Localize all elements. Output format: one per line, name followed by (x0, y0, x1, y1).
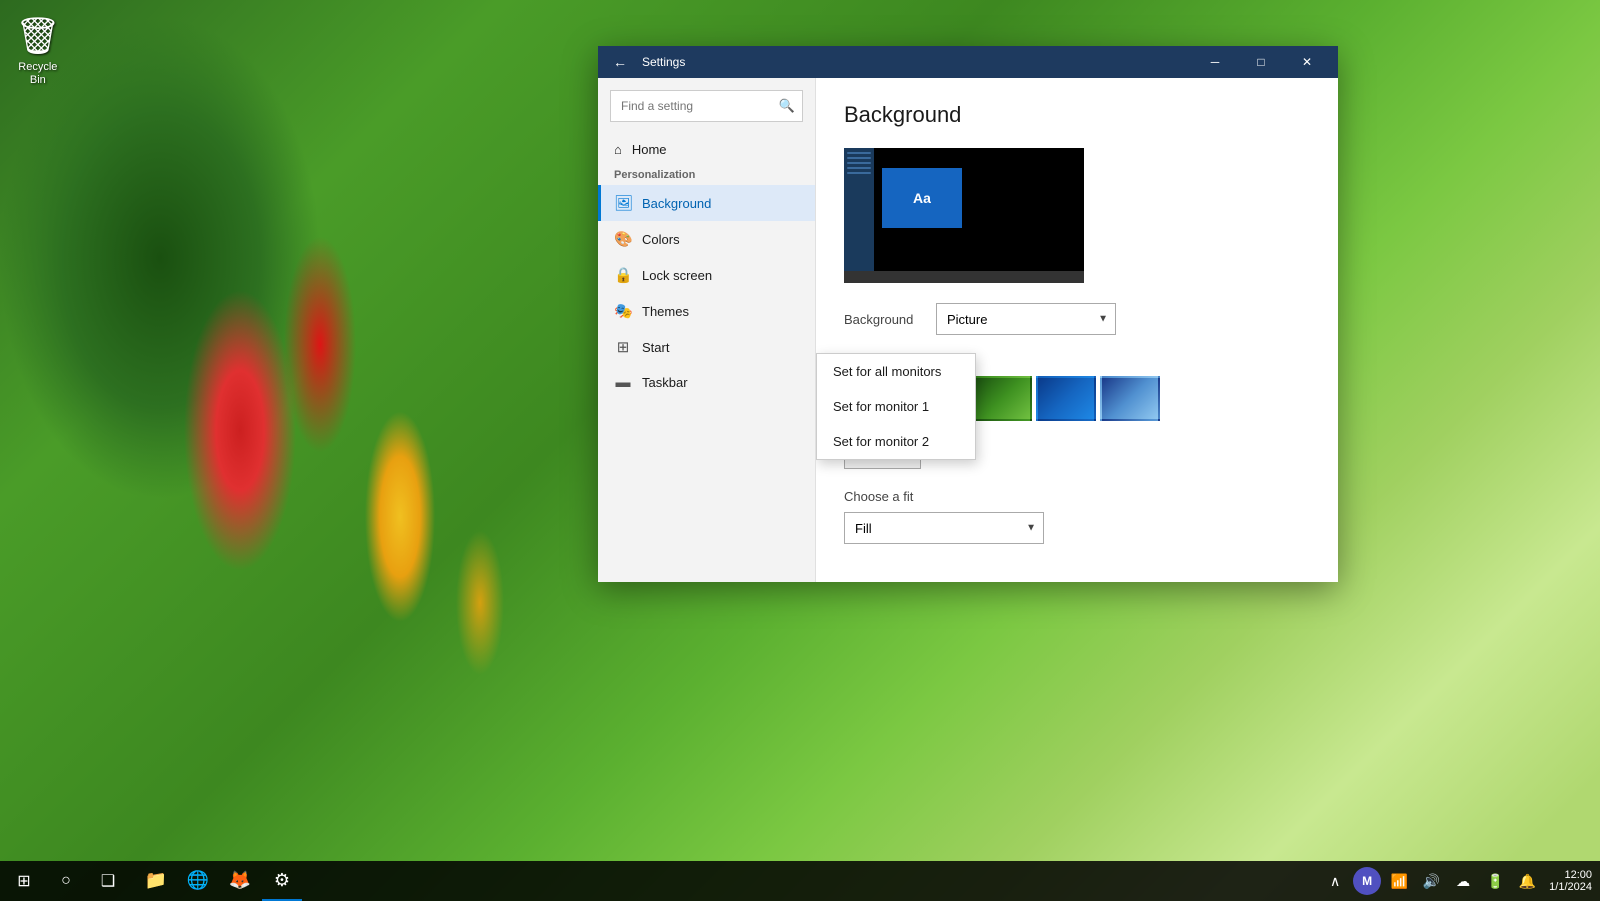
thumbnail-5[interactable] (1100, 376, 1160, 421)
context-menu-item-all-monitors[interactable]: Set for all monitors (817, 354, 975, 389)
maximize-button[interactable]: □ (1238, 46, 1284, 78)
sidebar-item-themes[interactable]: 🎭 Themes (598, 293, 815, 329)
tray-avatar[interactable]: M (1353, 867, 1381, 895)
preview-sidebar (844, 148, 874, 271)
settings-window: ← Settings ─ □ ✕ 🔍 (598, 46, 1338, 582)
main-content: Background Aa Background (816, 78, 1338, 582)
sidebar-item-background[interactable]: 🖼 Background (598, 185, 815, 221)
preview-sidebar-line-3 (847, 162, 871, 164)
background-type-row: Background Picture Solid color Slideshow… (844, 303, 1310, 335)
search-button[interactable]: ○ (46, 861, 86, 901)
preview-sidebar-line-5 (847, 172, 871, 174)
tray-date: 1/1/2024 (1549, 881, 1592, 893)
page-title: Background (844, 102, 1310, 128)
task-view-icon: ❑ (101, 871, 115, 891)
tray-notifications-icon[interactable]: 🔔 (1513, 867, 1541, 895)
window-body: 🔍 ⌂ Home Personalization 🖼 Background 🎨 … (598, 78, 1338, 582)
back-icon: ← (613, 54, 627, 70)
search-icon: 🔍 (779, 98, 795, 114)
taskbar-app-edge[interactable]: 🌐 (178, 861, 218, 901)
sidebar-item-taskbar[interactable]: ▬ Taskbar (598, 365, 815, 400)
minimize-button[interactable]: ─ (1192, 46, 1238, 78)
taskbar-nav-icon: ▬ (614, 374, 632, 391)
taskbar-app-firefox[interactable]: 🦊 (220, 861, 260, 901)
search-taskbar-icon: ○ (61, 872, 71, 890)
minimize-icon: ─ (1211, 55, 1220, 69)
thumbnail-4[interactable] (1036, 376, 1096, 421)
sidebar: 🔍 ⌂ Home Personalization 🖼 Background 🎨 … (598, 78, 816, 582)
context-menu-item-monitor-1[interactable]: Set for monitor 1 (817, 389, 975, 424)
preview-sidebar-line-1 (847, 152, 871, 154)
tray-clock[interactable]: 12:00 1/1/2024 (1549, 869, 1592, 893)
taskbar-apps: 📁 🌐 🦊 ⚙ (136, 861, 302, 901)
home-label: Home (632, 142, 667, 157)
themes-nav-icon: 🎭 (614, 302, 632, 320)
tray-onedrive-icon[interactable]: ☁ (1449, 867, 1477, 895)
background-type-label: Background (844, 312, 924, 327)
start-nav-icon: ⊞ (614, 338, 632, 356)
sidebar-section-label: Personalization (598, 165, 815, 185)
taskbar-tray: ∧ M 📶 🔊 ☁ 🔋 🔔 12:00 1/1/2024 (1321, 867, 1600, 895)
desktop: 🗑 Recycle Bin ← Settings ─ □ ✕ (0, 0, 1600, 901)
fit-select[interactable]: Fill Fit Stretch Tile Center Span (844, 512, 1044, 544)
colors-nav-label: Colors (642, 232, 680, 247)
preview-window: Aa (882, 168, 962, 228)
taskbar-nav-label: Taskbar (642, 375, 688, 390)
thumbnail-3[interactable] (972, 376, 1032, 421)
background-preview: Aa (844, 148, 1084, 283)
lock-screen-nav-icon: 🔒 (614, 266, 632, 284)
background-type-dropdown-wrapper: Picture Solid color Slideshow ▼ (936, 303, 1116, 335)
taskbar-left: ⊞ ○ ❑ (0, 861, 128, 901)
close-icon: ✕ (1302, 55, 1312, 69)
sidebar-item-start[interactable]: ⊞ Start (598, 329, 815, 365)
window-title: Settings (642, 55, 1192, 69)
themes-nav-label: Themes (642, 304, 689, 319)
tray-volume-icon[interactable]: 🔊 (1417, 867, 1445, 895)
home-icon: ⌂ (614, 142, 622, 157)
tray-chevron-icon[interactable]: ∧ (1321, 867, 1349, 895)
start-button[interactable]: ⊞ (4, 861, 44, 901)
sidebar-search: 🔍 (610, 90, 803, 122)
preview-taskbar (844, 271, 1084, 283)
task-view-button[interactable]: ❑ (88, 861, 128, 901)
close-button[interactable]: ✕ (1284, 46, 1330, 78)
recycle-bin-label: Recycle Bin (18, 61, 57, 87)
background-type-select[interactable]: Picture Solid color Slideshow (936, 303, 1116, 335)
start-nav-label: Start (642, 340, 669, 355)
start-icon: ⊞ (17, 871, 30, 891)
taskbar-app-settings[interactable]: ⚙ (262, 861, 302, 901)
context-menu: Set for all monitors Set for monitor 1 S… (816, 353, 976, 460)
background-nav-icon: 🖼 (614, 194, 632, 212)
fit-label: Choose a fit (844, 489, 1310, 504)
background-nav-label: Background (642, 196, 711, 211)
context-menu-item-monitor-2[interactable]: Set for monitor 2 (817, 424, 975, 459)
sidebar-item-home[interactable]: ⌂ Home (598, 134, 815, 165)
fit-dropdown-wrapper: Fill Fit Stretch Tile Center Span ▼ (844, 512, 1044, 544)
recycle-bin-graphic: 🗑 (15, 15, 61, 57)
search-input[interactable] (610, 90, 803, 122)
maximize-icon: □ (1257, 55, 1264, 69)
sidebar-item-lock-screen[interactable]: 🔒 Lock screen (598, 257, 815, 293)
preview-sidebar-line-2 (847, 157, 871, 159)
preview-sidebar-line-4 (847, 167, 871, 169)
tray-time: 12:00 (1564, 869, 1592, 881)
window-titlebar: ← Settings ─ □ ✕ (598, 46, 1338, 78)
window-back-button[interactable]: ← (606, 48, 634, 76)
tray-network-icon[interactable]: 📶 (1385, 867, 1413, 895)
sidebar-item-colors[interactable]: 🎨 Colors (598, 221, 815, 257)
lock-screen-nav-label: Lock screen (642, 268, 712, 283)
window-controls: ─ □ ✕ (1192, 46, 1330, 78)
taskbar: ⊞ ○ ❑ 📁 🌐 🦊 ⚙ ∧ M 📶 🔊 ☁ 🔋 🔔 12:00 (0, 861, 1600, 901)
taskbar-app-file-explorer[interactable]: 📁 (136, 861, 176, 901)
tray-battery-icon[interactable]: 🔋 (1481, 867, 1509, 895)
colors-nav-icon: 🎨 (614, 230, 632, 248)
recycle-bin-icon[interactable]: 🗑 Recycle Bin (15, 15, 61, 87)
